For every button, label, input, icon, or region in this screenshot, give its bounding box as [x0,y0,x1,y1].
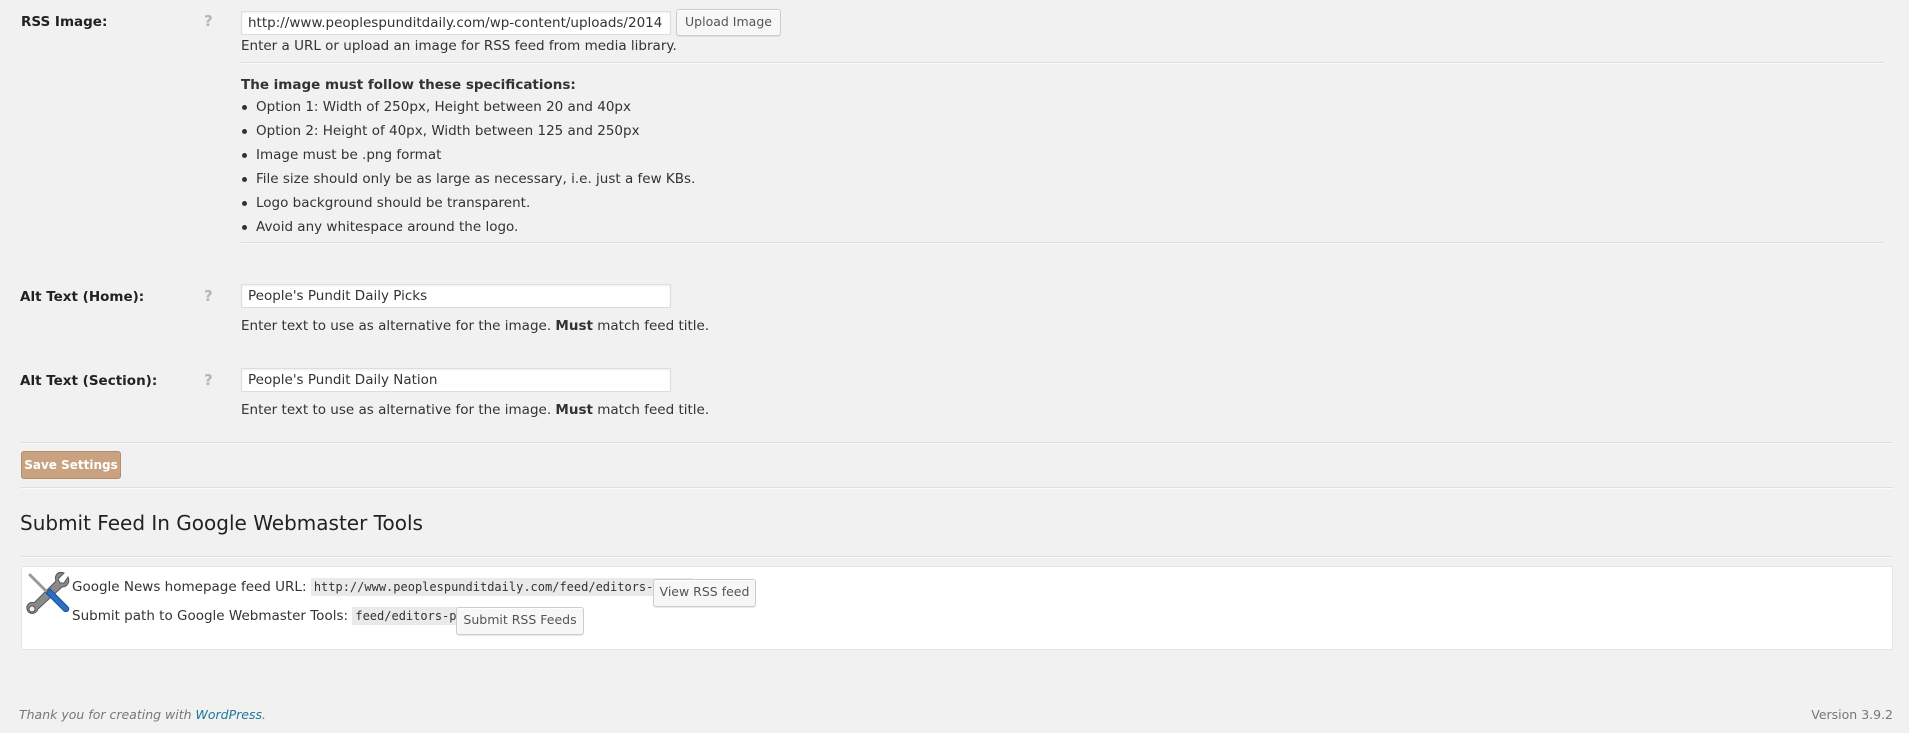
spec-item: File size should only be as large as nec… [241,169,695,193]
feed-url-value: http://www.peoplespunditdaily.com/feed/e… [310,578,693,596]
rss-image-label: RSS Image: [21,14,108,30]
divider [241,62,1884,64]
alt-text-section-input[interactable]: People's Pundit Daily Nation [241,368,671,392]
help-icon[interactable]: ? [204,287,213,305]
description-emphasis: Must [555,318,593,334]
submit-path-row: Submit path to Google Webmaster Tools: f… [72,607,489,625]
spec-item: Option 2: Height of 40px, Width between … [241,121,695,145]
divider [21,556,1893,558]
description-text: Enter text to use as alternative for the… [241,318,556,334]
help-icon[interactable]: ? [204,371,213,389]
spec-heading: The image must follow these specificatio… [241,77,576,93]
alt-text-section-label: Alt Text (Section): [20,373,158,389]
divider [241,242,1884,244]
section-title: Submit Feed In Google Webmaster Tools [20,511,423,535]
upload-image-button[interactable]: Upload Image [676,9,781,36]
version-info: Version 3.9.2 [1811,707,1893,722]
tools-icon [24,569,72,617]
image-specifications: The image must follow these specificatio… [241,75,695,241]
alt-text-home-input[interactable]: People's Pundit Daily Picks [241,284,671,308]
rss-image-description: Enter a URL or upload an image for RSS f… [241,38,677,54]
description-text: Enter text to use as alternative for the… [241,402,556,418]
description-emphasis: Must [555,402,593,418]
spec-item: Logo background should be transparent. [241,193,695,217]
feed-url-row: Google News homepage feed URL: http://ww… [72,578,693,596]
spec-list: Option 1: Width of 250px, Height between… [241,97,695,241]
divider [21,442,1893,444]
submit-path-label: Submit path to Google Webmaster Tools: [72,608,349,624]
rss-image-url-input[interactable]: http://www.peoplespunditdaily.com/wp-con… [241,11,671,35]
spec-item: Image must be .png format [241,145,695,169]
feed-url-label: Google News homepage feed URL: [72,579,307,595]
submit-rss-feeds-button[interactable]: Submit RSS Feeds [456,607,584,635]
help-icon[interactable]: ? [204,12,213,30]
save-settings-button[interactable]: Save Settings [21,451,121,479]
view-rss-feed-button[interactable]: View RSS feed [653,579,756,607]
footer-thanks: Thank you for creating with WordPress. [19,707,266,722]
webmaster-tools-box: Google News homepage feed URL: http://ww… [21,566,1893,650]
wordpress-link[interactable]: WordPress [196,707,262,722]
divider [21,487,1893,489]
alt-text-section-description: Enter text to use as alternative for the… [241,402,709,418]
description-text: match feed title. [592,318,710,334]
spec-item: Avoid any whitespace around the logo. [241,217,695,241]
alt-text-home-label: Alt Text (Home): [20,289,145,305]
alt-text-home-description: Enter text to use as alternative for the… [241,318,709,334]
footer-text: . [262,707,266,722]
description-text: match feed title. [592,402,710,418]
footer-text: Thank you for creating with [19,707,196,722]
spec-item: Option 1: Width of 250px, Height between… [241,97,695,121]
